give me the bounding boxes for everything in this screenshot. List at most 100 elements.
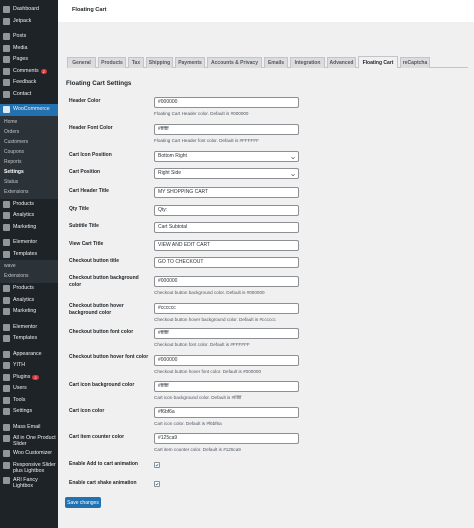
sidebar-item-label: Mass Email: [13, 423, 41, 430]
sidebar-item-mass-email[interactable]: Mass Email: [0, 422, 58, 434]
sidebar-item-responsive-slider-plus-lightbox[interactable]: Responsive Slider plus Lightbox: [0, 460, 58, 475]
sidebar-item-jetpack[interactable]: Jetpack: [0, 16, 58, 28]
mail-icon: [3, 423, 10, 431]
sidebar-item-yith[interactable]: YITH: [0, 360, 58, 372]
section-title: Floating Cart Settings: [66, 80, 132, 87]
enable-add-anim-checkbox[interactable]: [154, 462, 160, 468]
sidebar-item-comments[interactable]: Comments 2: [0, 66, 58, 78]
sidebar-item-label: Products: [13, 200, 34, 207]
header-font-color-input[interactable]: #ffffff: [154, 124, 299, 135]
sidebar-item-appearance[interactable]: Appearance: [0, 349, 58, 361]
sidebar-item-dashboard[interactable]: Dashboard: [0, 4, 58, 16]
fancy-lightbox-icon: [3, 476, 10, 484]
sidebar-item-analytics[interactable]: Analytics: [0, 295, 58, 307]
tab-payments[interactable]: Payments: [175, 57, 205, 68]
tab-accounts-privacy[interactable]: Accounts & Privacy: [207, 57, 262, 68]
sidebar-item-tools[interactable]: Tools: [0, 395, 58, 407]
header-color-description: Floating Cart Header color. Default is #…: [154, 111, 249, 116]
sidebar-item-media[interactable]: Media: [0, 43, 58, 55]
checkout-button-title-input[interactable]: GO TO CHECKOUT: [154, 257, 299, 268]
checkout-button-hover-font-label: Checkout button hover font color: [69, 354, 149, 360]
cart-icon-bg-input[interactable]: #ffffff: [154, 381, 299, 392]
sidebar-item-products[interactable]: Products: [0, 199, 58, 211]
slider-icon: [3, 435, 10, 442]
checkout-button-hover-bg-label: Checkout button hover background color: [69, 303, 124, 316]
submenu-item-home[interactable]: Home: [0, 117, 58, 127]
tab-products[interactable]: Products: [98, 57, 126, 68]
sidebar-item-marketing[interactable]: Marketing: [0, 306, 58, 318]
view-cart-title-input[interactable]: VIEW AND EDIT CART: [154, 240, 299, 251]
sidebar-item-products[interactable]: Products: [0, 283, 58, 295]
sidebar-item-woocommerce[interactable]: WooCommerce: [0, 104, 58, 116]
sidebar-item-label: Analytics: [13, 212, 35, 219]
tab-floating-cart[interactable]: Floating Cart: [358, 56, 398, 68]
sidebar-item-elementor[interactable]: Elementor: [0, 322, 58, 334]
sidebar-item-label: Appearance: [13, 350, 42, 357]
sidebar-item-woo-customizer[interactable]: Woo Customizer: [0, 448, 58, 460]
sidebar-item-label: YITH: [13, 362, 26, 369]
save-changes-button[interactable]: Save changes: [65, 497, 101, 508]
sidebar-item-plugins[interactable]: Plugins 2: [0, 372, 58, 384]
sidebar-item-label: Templates: [13, 335, 38, 342]
sidebar-item-label: Templates: [13, 250, 38, 257]
sidebar-item-label: Pages: [13, 56, 29, 63]
submenu-item-orders[interactable]: Orders: [0, 127, 58, 137]
checkout-button-font-input[interactable]: #ffffff: [154, 328, 299, 339]
sidebar-item-analytics[interactable]: Analytics: [0, 210, 58, 222]
sidebar-item-label: Responsive Slider plus Lightbox: [13, 461, 56, 474]
tab-recaptcha[interactable]: reCaptcha: [400, 57, 430, 68]
submenu-item-wave[interactable]: wave: [0, 261, 58, 271]
sidebar-item-ari-fancy-lightbox[interactable]: ARI Fancy Lightbox: [0, 475, 58, 490]
submenu-item-coupons[interactable]: Coupons: [0, 147, 58, 157]
checkout-button-bg-input[interactable]: #000000: [154, 276, 299, 287]
cart-position-select[interactable]: Right Side: [154, 168, 299, 179]
sidebar-item-all-in-one-product-slider[interactable]: All in One Product Slider: [0, 433, 58, 448]
header-color-input[interactable]: #000000: [154, 97, 299, 108]
tab-emails[interactable]: Emails: [264, 57, 288, 68]
sidebar-item-label: Marketing: [13, 223, 37, 230]
submenu-item-extensions[interactable]: Extensions: [0, 271, 58, 281]
sidebar-item-settings[interactable]: Settings: [0, 406, 58, 418]
sidebar-item-pages[interactable]: Pages: [0, 54, 58, 66]
submenu-item-customers[interactable]: Customers: [0, 137, 58, 147]
sidebar-item-templates[interactable]: Templates: [0, 333, 58, 345]
submenu-item-extensions[interactable]: Extensions: [0, 187, 58, 197]
sidebar-item-label: Analytics: [13, 296, 35, 303]
cart-item-counter-input[interactable]: #125ca9: [154, 433, 299, 444]
cart-header-title-input[interactable]: MY SHOPPING CART: [154, 187, 299, 198]
sidebar-item-contact[interactable]: Contact: [0, 89, 58, 101]
cart-item-counter-label: Cart item counter color: [69, 434, 125, 440]
templates-icon: [3, 335, 10, 343]
tab-general[interactable]: General: [67, 57, 96, 68]
cart-icon-color-description: Cart icon color. Default is #f6bf6a: [154, 421, 222, 426]
tab-shipping[interactable]: Shipping: [146, 57, 173, 68]
lightbox-icon: [3, 461, 10, 469]
sidebar-item-label: Plugins: [13, 373, 31, 380]
sidebar-item-templates[interactable]: Templates: [0, 249, 58, 261]
sidebar-item-elementor[interactable]: Elementor: [0, 237, 58, 249]
sidebar-item-users[interactable]: Users: [0, 383, 58, 395]
sidebar-item-label: Media: [13, 44, 28, 51]
enable-shake-anim-checkbox[interactable]: [154, 481, 160, 487]
checkout-button-hover-bg-input[interactable]: #cccccc: [154, 303, 299, 314]
feedback-icon: [3, 79, 10, 87]
sidebar-item-feedback[interactable]: Feedback: [0, 77, 58, 89]
tab-advanced[interactable]: Advanced: [327, 57, 356, 68]
cart-icon-color-input[interactable]: #f6bf6a: [154, 407, 299, 418]
subtitle-title-input[interactable]: Cart Subtotal: [154, 222, 299, 233]
checkout-button-hover-font-input[interactable]: #000000: [154, 355, 299, 366]
tab-integration[interactable]: Integration: [290, 57, 325, 68]
sidebar-item-marketing[interactable]: Marketing: [0, 222, 58, 234]
cart-icon-color-label: Cart icon color: [69, 408, 105, 414]
tab-tax[interactable]: Tax: [128, 57, 144, 68]
sidebar-item-posts[interactable]: Posts: [0, 31, 58, 43]
submenu-item-reports[interactable]: Reports: [0, 157, 58, 167]
cart-icon-position-select[interactable]: Bottom Right: [154, 151, 299, 162]
marketing-icon: [3, 223, 10, 231]
qty-title-input[interactable]: Qty:: [154, 205, 299, 216]
sidebar-item-label: Jetpack: [13, 17, 32, 24]
checkout-button-hover-bg-description: Checkout button hover background color. …: [154, 317, 276, 322]
submenu-item-status[interactable]: Status: [0, 177, 58, 187]
plugins-icon: [3, 373, 10, 381]
submenu-item-settings[interactable]: Settings: [0, 167, 58, 177]
